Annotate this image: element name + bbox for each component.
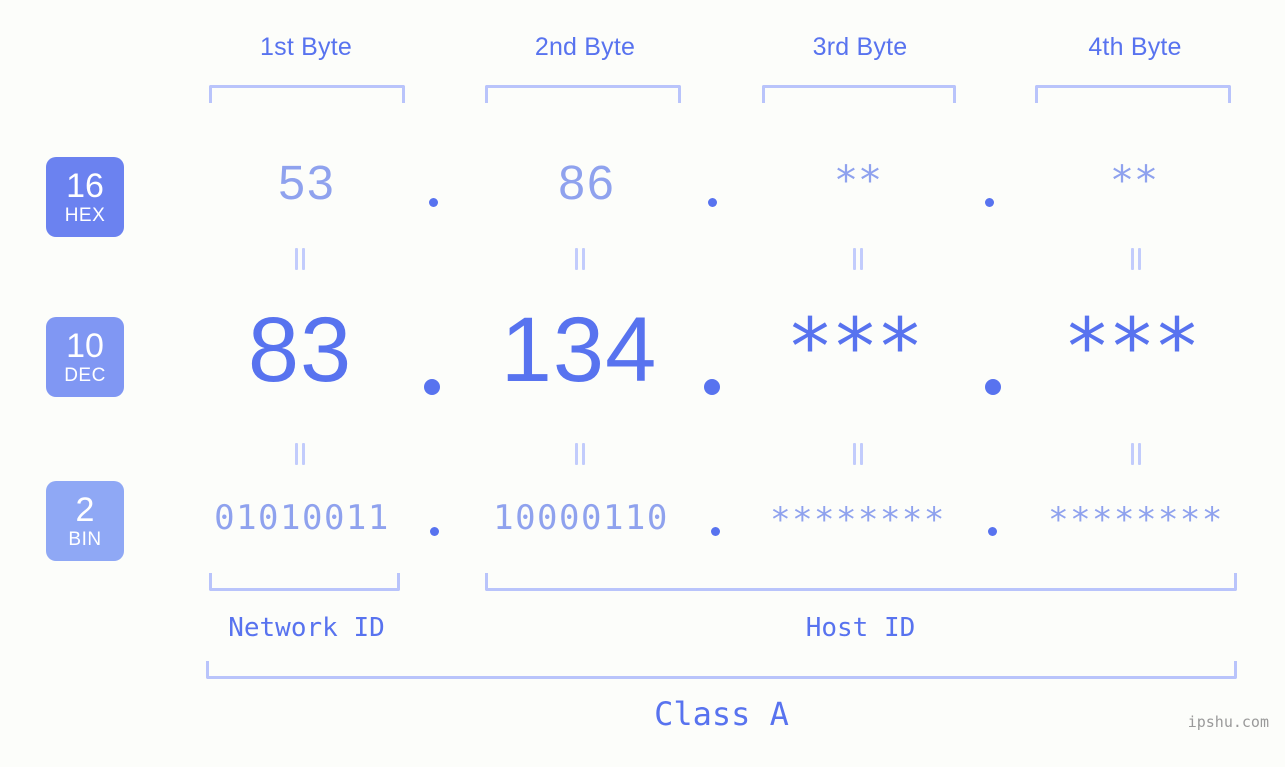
- base-badge-dec-number: 10: [66, 327, 104, 365]
- ip-address-breakdown-diagram: 1st Byte 2nd Byte 3rd Byte 4th Byte 16 H…: [0, 0, 1285, 767]
- site-watermark: ipshu.com: [1187, 713, 1269, 731]
- network-id-bracket: [209, 573, 400, 591]
- base-badge-dec[interactable]: 10 DEC: [46, 317, 124, 397]
- base-badge-hex-number: 16: [66, 167, 104, 205]
- byte-header-2: 2nd Byte: [534, 33, 636, 61]
- dec-separator-1: [424, 379, 440, 395]
- byte-header-4: 4th Byte: [1088, 33, 1182, 61]
- bin-separator-3: [988, 527, 997, 536]
- ip-class-label: Class A: [654, 695, 789, 733]
- base-badge-bin-label: BIN: [68, 529, 102, 550]
- base-badge-bin-number: 2: [75, 491, 95, 529]
- equals-mark-hex-dec-4: [1129, 248, 1143, 270]
- hex-separator-2: [708, 198, 717, 207]
- equals-mark-dec-bin-1: [293, 443, 307, 465]
- bin-byte-1: 01010011: [214, 498, 390, 538]
- bin-byte-3: ********: [770, 500, 946, 540]
- dec-byte-1: 83: [247, 299, 353, 401]
- byte-bracket-3: [762, 85, 956, 103]
- hex-byte-2: 86: [558, 157, 616, 210]
- base-badge-hex[interactable]: 16 HEX: [46, 157, 124, 237]
- bin-byte-2: 10000110: [493, 498, 669, 538]
- hex-byte-3: **: [836, 158, 884, 204]
- byte-bracket-2: [485, 85, 681, 103]
- dec-byte-4: ***: [1067, 303, 1203, 393]
- dec-byte-3: ***: [790, 303, 926, 393]
- network-id-label: Network ID: [228, 613, 385, 643]
- equals-mark-dec-bin-4: [1129, 443, 1143, 465]
- base-badge-dec-label: DEC: [64, 365, 106, 386]
- base-badge-hex-label: HEX: [64, 205, 106, 226]
- host-id-label: Host ID: [805, 613, 916, 643]
- bin-separator-2: [711, 527, 720, 536]
- base-badge-bin[interactable]: 2 BIN: [46, 481, 124, 561]
- equals-mark-dec-bin-2: [573, 443, 587, 465]
- host-id-bracket: [485, 573, 1237, 591]
- hex-byte-1: 53: [278, 157, 336, 210]
- dec-byte-2: 134: [500, 299, 658, 401]
- byte-header-3: 3rd Byte: [812, 33, 908, 61]
- byte-header-1: 1st Byte: [260, 33, 352, 61]
- hex-separator-1: [429, 198, 438, 207]
- equals-mark-hex-dec-1: [293, 248, 307, 270]
- equals-mark-hex-dec-2: [573, 248, 587, 270]
- hex-separator-3: [985, 198, 994, 207]
- byte-bracket-1: [209, 85, 405, 103]
- byte-bracket-4: [1035, 85, 1231, 103]
- equals-mark-dec-bin-3: [851, 443, 865, 465]
- bin-separator-1: [430, 527, 439, 536]
- dec-separator-3: [985, 379, 1001, 395]
- bin-byte-4: ********: [1048, 500, 1224, 540]
- equals-mark-hex-dec-3: [851, 248, 865, 270]
- ip-class-bracket: [206, 661, 1237, 679]
- dec-separator-2: [704, 379, 720, 395]
- hex-byte-4: **: [1112, 158, 1160, 204]
